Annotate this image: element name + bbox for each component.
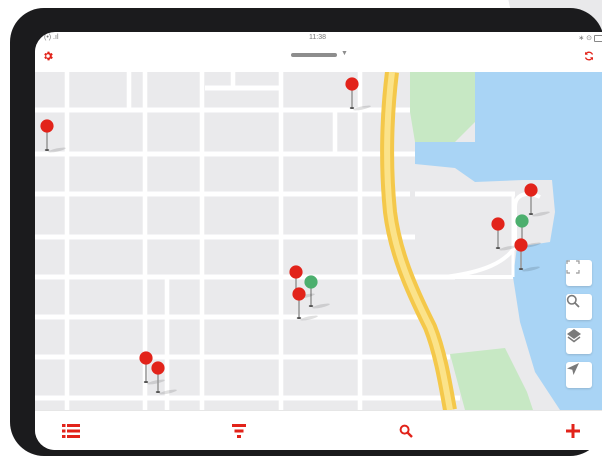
refresh-icon: [584, 51, 594, 61]
fullscreen-button[interactable]: [566, 260, 592, 286]
status-bar: (•) .ıl 11:38 ∗ ⊙: [35, 32, 602, 44]
fullscreen-icon: [566, 260, 580, 274]
add-icon: [566, 424, 580, 438]
layers-icon: [567, 329, 581, 343]
tablet-frame: (•) .ıl 11:38 ∗ ⊙ ▼: [10, 8, 602, 456]
map-pin[interactable]: [40, 119, 66, 153]
search-icon: [399, 424, 413, 438]
signal-indicator: (•) .ıl: [44, 34, 59, 41]
pins-layer: [40, 77, 550, 395]
navigate-icon: [567, 363, 579, 375]
list-icon: [62, 424, 80, 438]
bottom-toolbar: [35, 410, 602, 450]
map-pin[interactable]: [292, 287, 318, 321]
gear-icon: [44, 51, 53, 61]
map-search-button[interactable]: [566, 294, 592, 320]
settings-button[interactable]: [39, 47, 57, 65]
refresh-button[interactable]: [580, 47, 598, 65]
filter-button[interactable]: [228, 420, 250, 442]
list-button[interactable]: [60, 420, 82, 442]
map-pin[interactable]: [345, 77, 371, 111]
search-button[interactable]: [395, 420, 417, 442]
battery-icon: [594, 34, 602, 42]
map-pin[interactable]: [304, 275, 330, 309]
layers-button[interactable]: [566, 328, 592, 354]
status-icons: ∗ ⊙: [578, 34, 602, 42]
app-screen: (•) .ıl 11:38 ∗ ⊙ ▼: [35, 32, 602, 450]
status-time: 11:38: [309, 34, 326, 41]
map-pin[interactable]: [151, 361, 177, 395]
filter-icon: [232, 424, 246, 438]
app-header: ▼: [35, 44, 602, 70]
map-pin[interactable]: [524, 183, 550, 217]
search-icon: [566, 294, 580, 308]
status-right-text: ∗ ⊙: [578, 35, 592, 42]
add-button[interactable]: [562, 420, 584, 442]
chevron-down-icon[interactable]: ▼: [341, 50, 348, 57]
navigate-button[interactable]: [566, 362, 592, 388]
map-pin[interactable]: [491, 217, 517, 251]
title-dropdown[interactable]: [291, 53, 337, 57]
map-view[interactable]: [35, 72, 602, 410]
